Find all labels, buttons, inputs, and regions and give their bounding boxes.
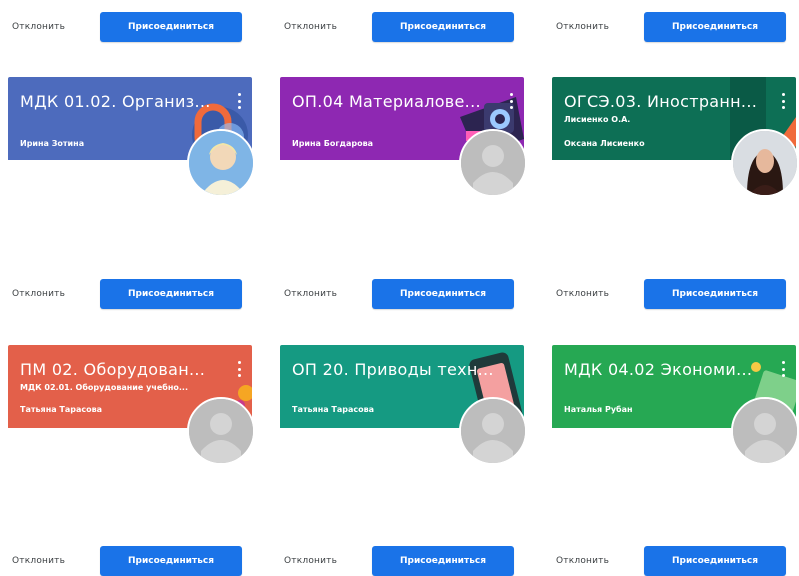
class-title[interactable]: ОП.04 Материалове... bbox=[292, 92, 481, 111]
decline-button[interactable]: Отклонить bbox=[4, 289, 100, 299]
decline-button[interactable]: Отклонить bbox=[548, 289, 644, 299]
teacher-name: Татьяна Тарасова bbox=[292, 405, 375, 414]
teacher-name: Оксана Лисиенко bbox=[564, 139, 645, 148]
class-section: МДК 02.01. Оборудование учебно... bbox=[20, 383, 188, 392]
invite-actions: Отклонить Присоединиться bbox=[276, 546, 514, 576]
join-button[interactable]: Присоединиться bbox=[100, 546, 242, 576]
invite-actions: Отклонить Присоединиться bbox=[4, 12, 242, 42]
teacher-avatar bbox=[731, 397, 799, 465]
join-button[interactable]: Присоединиться bbox=[372, 546, 514, 576]
more-options-icon[interactable] bbox=[780, 93, 786, 109]
class-section: Лисиенко О.А. bbox=[564, 115, 631, 124]
class-card[interactable]: ОГСЭ.03. Иностранн... Лисиенко О.А. Окса… bbox=[552, 77, 799, 197]
class-card[interactable]: ОП 20. Приводы техн... Татьяна Тарасова bbox=[280, 345, 527, 465]
invite-actions: Отклонить Присоединиться bbox=[4, 279, 242, 309]
teacher-avatar bbox=[459, 129, 527, 197]
person-icon bbox=[461, 131, 525, 195]
invite-actions: Отклонить Присоединиться bbox=[548, 12, 786, 42]
join-button[interactable]: Присоединиться bbox=[644, 546, 786, 576]
person-icon bbox=[733, 399, 797, 463]
join-button[interactable]: Присоединиться bbox=[100, 279, 242, 309]
class-title[interactable]: ОГСЭ.03. Иностранн... bbox=[564, 92, 757, 111]
teacher-avatar bbox=[459, 397, 527, 465]
class-title[interactable]: МДК 04.02 Экономи... bbox=[564, 360, 752, 379]
decline-button[interactable]: Отклонить bbox=[276, 22, 372, 32]
class-card[interactable]: МДК 04.02 Экономи... Наталья Рубан bbox=[552, 345, 799, 465]
decline-button[interactable]: Отклонить bbox=[548, 22, 644, 32]
class-card[interactable]: МДК 01.02. Организ... Ирина Зотина bbox=[8, 77, 255, 197]
decline-button[interactable]: Отклонить bbox=[4, 556, 100, 566]
person-icon bbox=[189, 399, 253, 463]
decline-button[interactable]: Отклонить bbox=[276, 289, 372, 299]
class-title[interactable]: МДК 01.02. Организ... bbox=[20, 92, 211, 111]
teacher-name: Татьяна Тарасова bbox=[20, 405, 103, 414]
invite-actions: Отклонить Присоединиться bbox=[276, 279, 514, 309]
more-options-icon[interactable] bbox=[236, 361, 242, 377]
decline-button[interactable]: Отклонить bbox=[276, 556, 372, 566]
more-options-icon[interactable] bbox=[236, 93, 242, 109]
join-button[interactable]: Присоединиться bbox=[372, 12, 514, 42]
invite-actions: Отклонить Присоединиться bbox=[548, 546, 786, 576]
invite-actions: Отклонить Присоединиться bbox=[548, 279, 786, 309]
class-card[interactable]: ОП.04 Материалове... Ирина Богдарова bbox=[280, 77, 527, 197]
class-card[interactable]: ПМ 02. Оборудован... МДК 02.01. Оборудов… bbox=[8, 345, 255, 465]
class-title[interactable]: ОП 20. Приводы техн... bbox=[292, 360, 494, 379]
invite-actions: Отклонить Присоединиться bbox=[276, 12, 514, 42]
class-title[interactable]: ПМ 02. Оборудован... bbox=[20, 360, 205, 379]
teacher-avatar bbox=[187, 397, 255, 465]
join-button[interactable]: Присоединиться bbox=[372, 279, 514, 309]
teacher-avatar bbox=[731, 129, 799, 197]
more-options-icon[interactable] bbox=[780, 361, 786, 377]
invite-actions: Отклонить Присоединиться bbox=[4, 546, 242, 576]
decline-button[interactable]: Отклонить bbox=[4, 22, 100, 32]
teacher-name: Наталья Рубан bbox=[564, 405, 633, 414]
teacher-name: Ирина Зотина bbox=[20, 139, 85, 148]
more-options-icon[interactable] bbox=[508, 93, 514, 109]
teacher-avatar bbox=[187, 129, 255, 197]
join-button[interactable]: Присоединиться bbox=[644, 12, 786, 42]
person-icon bbox=[461, 399, 525, 463]
teacher-name: Ирина Богдарова bbox=[292, 139, 374, 148]
decline-button[interactable]: Отклонить bbox=[548, 556, 644, 566]
join-button[interactable]: Присоединиться bbox=[100, 12, 242, 42]
join-button[interactable]: Присоединиться bbox=[644, 279, 786, 309]
